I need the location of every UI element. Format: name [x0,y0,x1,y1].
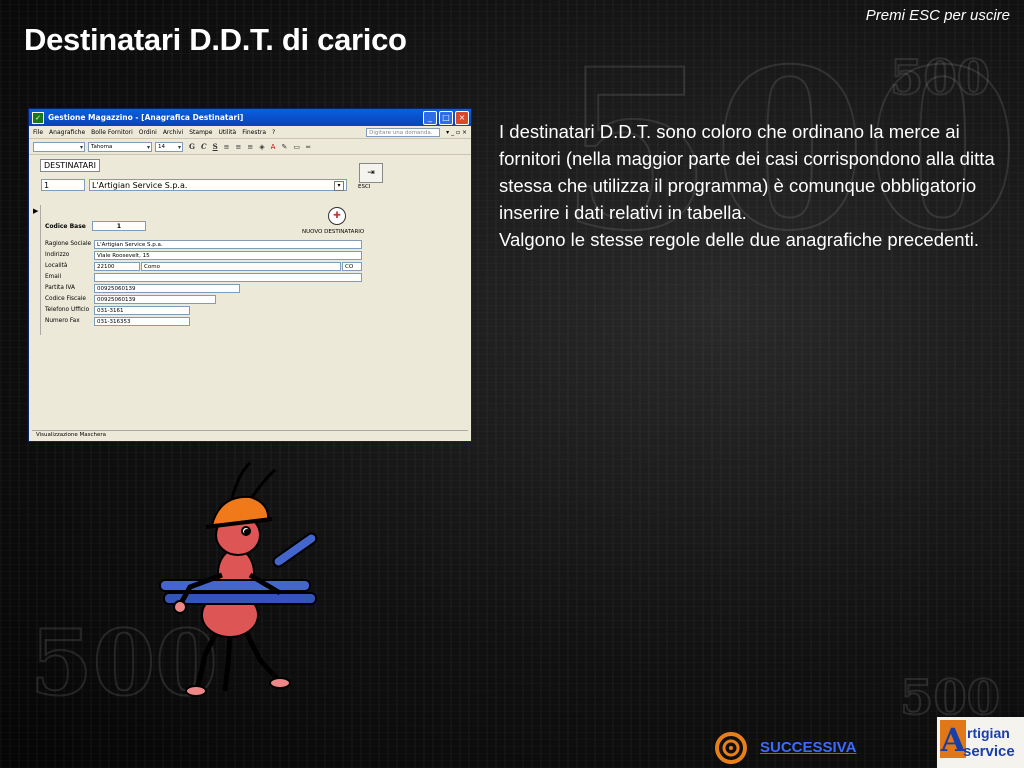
record-id-field[interactable]: 1 [41,179,85,191]
codice-fiscale-field[interactable]: 00925060139 [94,295,216,304]
citta-field[interactable]: Como [141,262,341,271]
access-app-icon: ✓ [32,111,44,124]
record-selector[interactable]: ▶ [33,205,41,335]
underline-button[interactable]: S [213,142,218,151]
child-window-controls[interactable]: ▾ _ ▫ × [446,129,467,136]
status-bar: Visualizzazione Maschera [32,430,468,440]
menu-item-archivi[interactable]: Archivi [163,129,183,136]
codice-base-field[interactable]: 1 [92,221,146,231]
telefono-field[interactable]: 031-3161 [94,306,190,315]
font-color-icon[interactable]: A [271,143,276,151]
record-name-combo[interactable]: L'Artigian Service S.p.a. ▾ [89,179,347,191]
border-icon[interactable]: ▭ [293,143,300,151]
next-slide-icon[interactable] [715,732,747,764]
new-recipient-icon[interactable]: ✚ [328,207,346,225]
align-center-icon[interactable]: ≡ [236,143,242,151]
field-label: Email [45,274,62,280]
field-label: Partita IVA [45,285,75,291]
font-size-combo[interactable]: 14 [155,141,183,152]
new-recipient-label: NUOVO DESTINATARIO [302,229,365,235]
field-label: Codice Fiscale [45,296,86,302]
slide-title: Destinatari D.D.T. di carico [24,22,407,57]
logo-text-bottom: service [963,743,1015,760]
menu-item-finestra[interactable]: Finestra [242,129,266,136]
close-button[interactable]: × [455,110,469,125]
window-title: Gestione Magazzino - [Anagrafica Destina… [48,113,244,122]
fax-field[interactable]: 031-316353 [94,317,190,326]
minimize-button[interactable]: _ [423,110,437,125]
ragione-sociale-field[interactable]: L'Artigian Service S.p.a. [94,240,362,249]
field-label: Indirizzo [45,252,70,258]
esc-hint: Premi ESC per uscire [865,7,1010,24]
esci-label: ESCI [358,184,371,190]
field-label: Numero Fax [45,318,80,324]
font-combo[interactable]: Tahoma [88,141,152,152]
line-color-icon[interactable]: ✎ [281,143,287,151]
indirizzo-field[interactable]: Viale Roosevelt, 15 [94,251,362,260]
menu-bar: File Anagrafiche Bolle Fornitori Ordini … [29,126,471,139]
access-window: ✓ Gestione Magazzino - [Anagrafica Desti… [28,108,472,442]
record-pointer-icon: ▶ [33,207,39,215]
align-left-icon[interactable]: ≡ [224,143,230,151]
field-label: Telefono Ufficio [45,307,90,313]
bold-button[interactable]: G [189,142,195,151]
banknote-decoration: 500 [889,49,991,107]
email-field[interactable] [94,273,362,282]
logo-text-top: rtigian [967,725,1010,741]
menu-item-utilita[interactable]: Utilità [218,129,236,136]
body-paragraph: Valgono le stesse regole delle due anagr… [499,229,979,250]
cap-field[interactable]: 22100 [94,262,140,271]
form-area: ▶ DESTINATARI 1 L'Artigian Service S.p.a… [32,155,468,429]
object-combo[interactable] [33,141,85,152]
partita-iva-field[interactable]: 00925060139 [94,284,240,293]
align-right-icon[interactable]: ≡ [247,143,253,151]
menu-item-stampe[interactable]: Stampe [189,129,212,136]
menu-item-bolle-fornitori[interactable]: Bolle Fornitori [91,129,133,136]
field-label: Località [45,263,68,269]
fill-color-icon[interactable]: ◈ [259,143,264,151]
codice-base-label: Codice Base [45,223,86,230]
maximize-button[interactable]: □ [439,110,453,125]
menu-item-anagrafiche[interactable]: Anagrafiche [49,129,85,136]
help-question-input[interactable]: Digitare una domanda. [366,127,441,137]
ant-mascot-image [159,461,318,697]
artigian-service-logo: A rtigian service [937,717,1024,768]
italic-button[interactable]: C [201,142,207,151]
format-toolbar: Tahoma 14 G C S ≡ ≡ ≡ ◈ A ✎ ▭ ═ [29,139,471,155]
dropdown-arrow-icon[interactable]: ▾ [334,181,344,191]
field-label: Ragione Sociale [45,241,92,247]
esci-button[interactable]: ⇥ [359,163,383,183]
provincia-field[interactable]: CO [342,262,362,271]
menu-item-help[interactable]: ? [272,129,275,136]
body-paragraph: I destinatari D.D.T. sono coloro che ord… [499,121,995,223]
form-title: DESTINATARI [40,159,101,172]
menu-item-file[interactable]: File [33,129,43,136]
exit-door-icon: ⇥ [367,168,375,178]
window-titlebar: ✓ Gestione Magazzino - [Anagrafica Desti… [29,109,471,126]
line-style-icon[interactable]: ═ [306,143,310,151]
next-slide-link[interactable]: SUCCESSIVA [760,739,856,756]
menu-item-ordini[interactable]: Ordini [139,129,157,136]
body-text: I destinatari D.D.T. sono coloro che ord… [499,118,1019,253]
record-name-value: L'Artigian Service S.p.a. [92,181,188,190]
